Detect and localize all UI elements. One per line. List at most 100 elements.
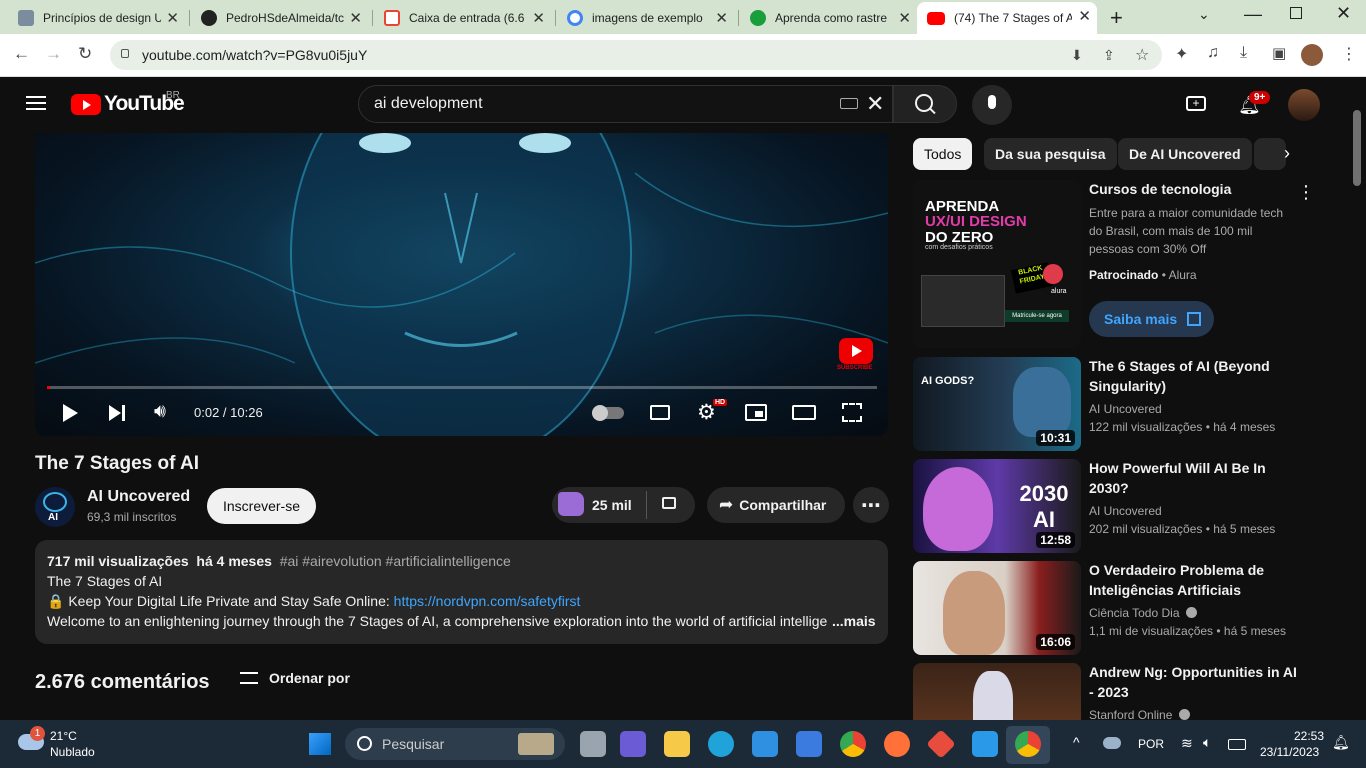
chips-next-chevron-icon[interactable]: › [1284, 143, 1290, 164]
file-explorer-icon[interactable] [664, 731, 690, 757]
video-channel[interactable]: AI Uncovered [1089, 402, 1162, 416]
keyboard-icon[interactable] [840, 98, 858, 109]
reload-icon[interactable]: ↻ [78, 44, 92, 64]
subtitles-icon[interactable] [650, 405, 670, 420]
wifi-icon[interactable]: ≋ [1181, 735, 1193, 752]
menu-icon[interactable] [26, 96, 46, 110]
mail-icon[interactable] [752, 731, 778, 757]
video-progress-bar[interactable] [47, 386, 877, 389]
share-icon[interactable]: ⇪ [1103, 47, 1115, 64]
tray-chevron-icon[interactable]: ^ [1073, 734, 1080, 750]
video-thumbnail[interactable] [913, 663, 1081, 720]
profile-avatar[interactable] [1301, 44, 1323, 66]
next-video-icon[interactable] [109, 405, 121, 421]
learn-more-button[interactable]: Saiba mais [1089, 301, 1214, 337]
account-avatar[interactable] [1288, 89, 1320, 121]
ad-thumbnail[interactable]: APRENDA UX/UI DESIGN DO ZERO com desafio… [913, 180, 1081, 348]
recommended-video[interactable]: 16:06 O Verdadeiro Problema de Inteligên… [913, 561, 1353, 657]
notification-center-icon[interactable]: 🔔︎ [1332, 734, 1350, 751]
start-windows-icon[interactable] [309, 733, 331, 755]
close-tab-icon[interactable]: ✕ [532, 9, 545, 27]
battery-icon[interactable] [1228, 739, 1246, 750]
chip-from-search[interactable]: Da sua pesquisa [984, 138, 1117, 170]
clock-time[interactable]: 22:53 [1294, 729, 1324, 743]
install-app-icon[interactable]: ⬇ [1071, 47, 1083, 64]
volume-tray-icon[interactable]: 🔈︎ [1203, 734, 1211, 751]
close-tab-icon[interactable]: ✕ [349, 9, 362, 27]
video-channel[interactable]: Ciência Todo Dia [1089, 606, 1180, 620]
task-view-icon[interactable] [580, 731, 606, 757]
browser-tab[interactable]: Caixa de entrada (6.6 ✕ [366, 4, 551, 32]
language-indicator[interactable]: POR [1138, 737, 1164, 751]
subscribe-button[interactable]: Inscrever-se [207, 488, 316, 524]
clear-search-icon[interactable]: ✕ [866, 91, 884, 117]
browser-tab-active[interactable]: (74) The 7 Stages of A ✕ [917, 2, 1097, 34]
clock-date[interactable]: 23/11/2023 [1260, 745, 1319, 759]
taskbar-search-box[interactable]: Pesquisar [345, 728, 565, 760]
browser-tab[interactable]: imagens de exemplo ✕ [549, 4, 734, 32]
browser-tab[interactable]: Aprenda como rastre ✕ [732, 4, 917, 32]
firefox-icon[interactable] [884, 731, 910, 757]
autoplay-toggle[interactable] [592, 405, 624, 421]
video-channel[interactable]: Stanford Online [1089, 708, 1172, 720]
miniplayer-icon[interactable] [745, 404, 767, 421]
side-panel-icon[interactable]: ▣ [1272, 44, 1286, 62]
edge-icon[interactable] [708, 731, 734, 757]
close-tab-icon[interactable]: ✕ [898, 9, 911, 27]
close-window-icon[interactable]: ✕ [1336, 3, 1351, 24]
weather-temp[interactable]: 21°C [50, 729, 77, 743]
chrome-icon[interactable] [840, 731, 866, 757]
youtube-logo-icon[interactable] [71, 94, 101, 115]
sort-icon[interactable] [240, 672, 258, 684]
hashtags[interactable]: #ai #airevolution #artificialintelligenc… [280, 553, 511, 569]
minimize-icon[interactable]: — [1244, 4, 1262, 25]
sort-button[interactable]: Ordenar por [269, 670, 350, 686]
browser-tab[interactable]: PedroHSdeAlmeida/tc ✕ [183, 4, 368, 32]
close-tab-icon[interactable]: ✕ [166, 9, 179, 27]
recommended-video[interactable]: AI GODS? 10:31 The 6 Stages of AI (Beyon… [913, 357, 1353, 453]
volume-icon[interactable]: 🔊︎ [154, 401, 166, 423]
play-icon[interactable] [63, 404, 78, 422]
back-icon[interactable]: ← [13, 44, 30, 64]
bookmark-star-icon[interactable]: ☆ [1135, 45, 1149, 65]
theater-mode-icon[interactable] [792, 405, 816, 420]
recommended-video[interactable]: Andrew Ng: Opportunities in AI - 2023 St… [913, 663, 1353, 720]
voice-search-button[interactable] [972, 85, 1012, 125]
video-thumbnail[interactable]: 16:06 [913, 561, 1081, 655]
description-link[interactable]: https://nordvpn.com/safetyfirst [394, 593, 581, 609]
dislike-icon[interactable] [662, 497, 676, 509]
video-thumbnail[interactable]: AI GODS? 10:31 [913, 357, 1081, 451]
forward-icon[interactable]: → [45, 44, 62, 64]
browser-tab[interactable]: Princípios de design U ✕ [0, 4, 185, 32]
ad-menu-icon[interactable]: ⋮ [1297, 182, 1315, 203]
chrome-active-icon[interactable] [1015, 731, 1041, 757]
video-thumbnail[interactable]: 2030 AI 12:58 [913, 459, 1081, 553]
create-video-icon[interactable]: + [1186, 96, 1206, 111]
more-actions-button[interactable]: ⋯ [853, 487, 889, 523]
fullscreen-icon[interactable] [842, 403, 862, 422]
onedrive-icon[interactable] [1103, 737, 1121, 749]
sponsored-card[interactable]: APRENDA UX/UI DESIGN DO ZERO com desafio… [913, 180, 1353, 350]
chip-todos[interactable]: Todos [913, 138, 973, 170]
channel-avatar[interactable]: AI [35, 487, 75, 527]
downloads-icon[interactable]: ⤓ [1240, 44, 1247, 62]
vscode-icon[interactable] [972, 731, 998, 757]
restore-icon[interactable] [1290, 7, 1302, 19]
page-scrollbar[interactable] [1353, 110, 1361, 186]
like-count[interactable]: 25 mil [592, 497, 632, 513]
media-control-icon[interactable]: ♫ [1207, 44, 1219, 62]
video-channel[interactable]: AI Uncovered [1089, 504, 1162, 518]
chrome-menu-icon[interactable]: ⋮ [1341, 44, 1357, 64]
close-tab-icon[interactable]: ✕ [715, 9, 728, 27]
new-tab-icon[interactable]: + [1110, 5, 1123, 31]
video-player[interactable]: SUBSCRIBE [35, 133, 888, 436]
show-more-link[interactable]: ...mais [832, 613, 876, 629]
recommended-video[interactable]: 2030 AI 12:58 How Powerful Will AI Be In… [913, 459, 1353, 555]
like-icon[interactable] [558, 492, 584, 516]
microsoft-store-icon[interactable] [796, 731, 822, 757]
channel-name[interactable]: AI Uncovered [87, 488, 190, 506]
extensions-icon[interactable]: ✦ [1175, 44, 1188, 64]
close-tab-icon[interactable]: ✕ [1078, 7, 1091, 25]
teams-icon[interactable] [620, 731, 646, 757]
subscribe-watermark-icon[interactable] [839, 338, 873, 364]
